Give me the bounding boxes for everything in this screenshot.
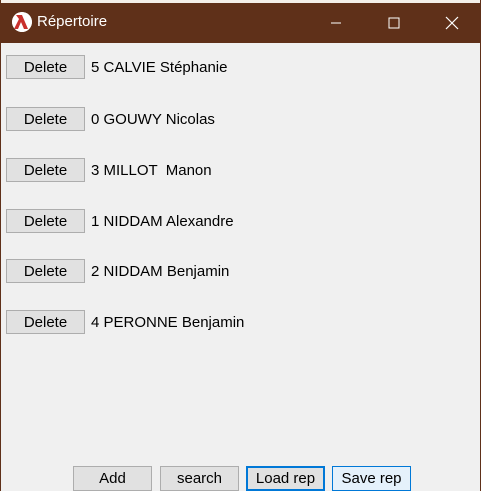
list-item: Delete 2 NIDDAM Benjamin: [6, 259, 229, 283]
delete-button[interactable]: Delete: [6, 209, 85, 233]
add-button[interactable]: Add: [73, 466, 152, 491]
entry-label: 4 PERONNE Benjamin: [91, 313, 245, 331]
maximize-icon: [388, 17, 400, 29]
delete-button[interactable]: Delete: [6, 158, 85, 182]
list-item: Delete 5 CALVIE Stéphanie: [6, 55, 227, 79]
delete-button[interactable]: Delete: [6, 55, 85, 79]
delete-button[interactable]: Delete: [6, 310, 85, 334]
load-button-wrap: Load rep: [246, 466, 325, 491]
add-button-wrap: Add: [73, 466, 152, 491]
window-title: Répertoire: [37, 13, 108, 30]
load-rep-button[interactable]: Load rep: [246, 466, 325, 491]
entry-label: 0 GOUWY Nicolas: [91, 110, 215, 128]
app-window: Répertoire Delete 5 CALVIE Stéphanie Del…: [0, 0, 481, 491]
close-icon: [445, 16, 459, 30]
minimize-button[interactable]: [307, 3, 365, 43]
entry-label: 5 CALVIE Stéphanie: [91, 58, 228, 76]
save-rep-button[interactable]: Save rep: [332, 466, 411, 491]
save-button-wrap: Save rep: [332, 466, 411, 491]
list-item: Delete 1 NIDDAM Alexandre: [6, 209, 234, 233]
list-item: Delete 0 GOUWY Nicolas: [6, 107, 215, 131]
racket-lambda-icon: [12, 12, 32, 32]
title-bar[interactable]: Répertoire: [1, 0, 480, 43]
list-item: Delete 3 MILLOT Manon: [6, 158, 212, 182]
delete-button[interactable]: Delete: [6, 259, 85, 283]
search-button[interactable]: search: [160, 466, 239, 491]
entry-label: 1 NIDDAM Alexandre: [91, 212, 234, 230]
delete-button[interactable]: Delete: [6, 107, 85, 131]
entry-label: 3 MILLOT Manon: [91, 161, 212, 179]
entry-label: 2 NIDDAM Benjamin: [91, 262, 230, 280]
close-button[interactable]: [423, 3, 481, 43]
list-item: Delete 4 PERONNE Benjamin: [6, 310, 244, 334]
maximize-button[interactable]: [365, 3, 423, 43]
search-button-wrap: search: [160, 466, 239, 491]
minimize-icon: [331, 22, 341, 24]
